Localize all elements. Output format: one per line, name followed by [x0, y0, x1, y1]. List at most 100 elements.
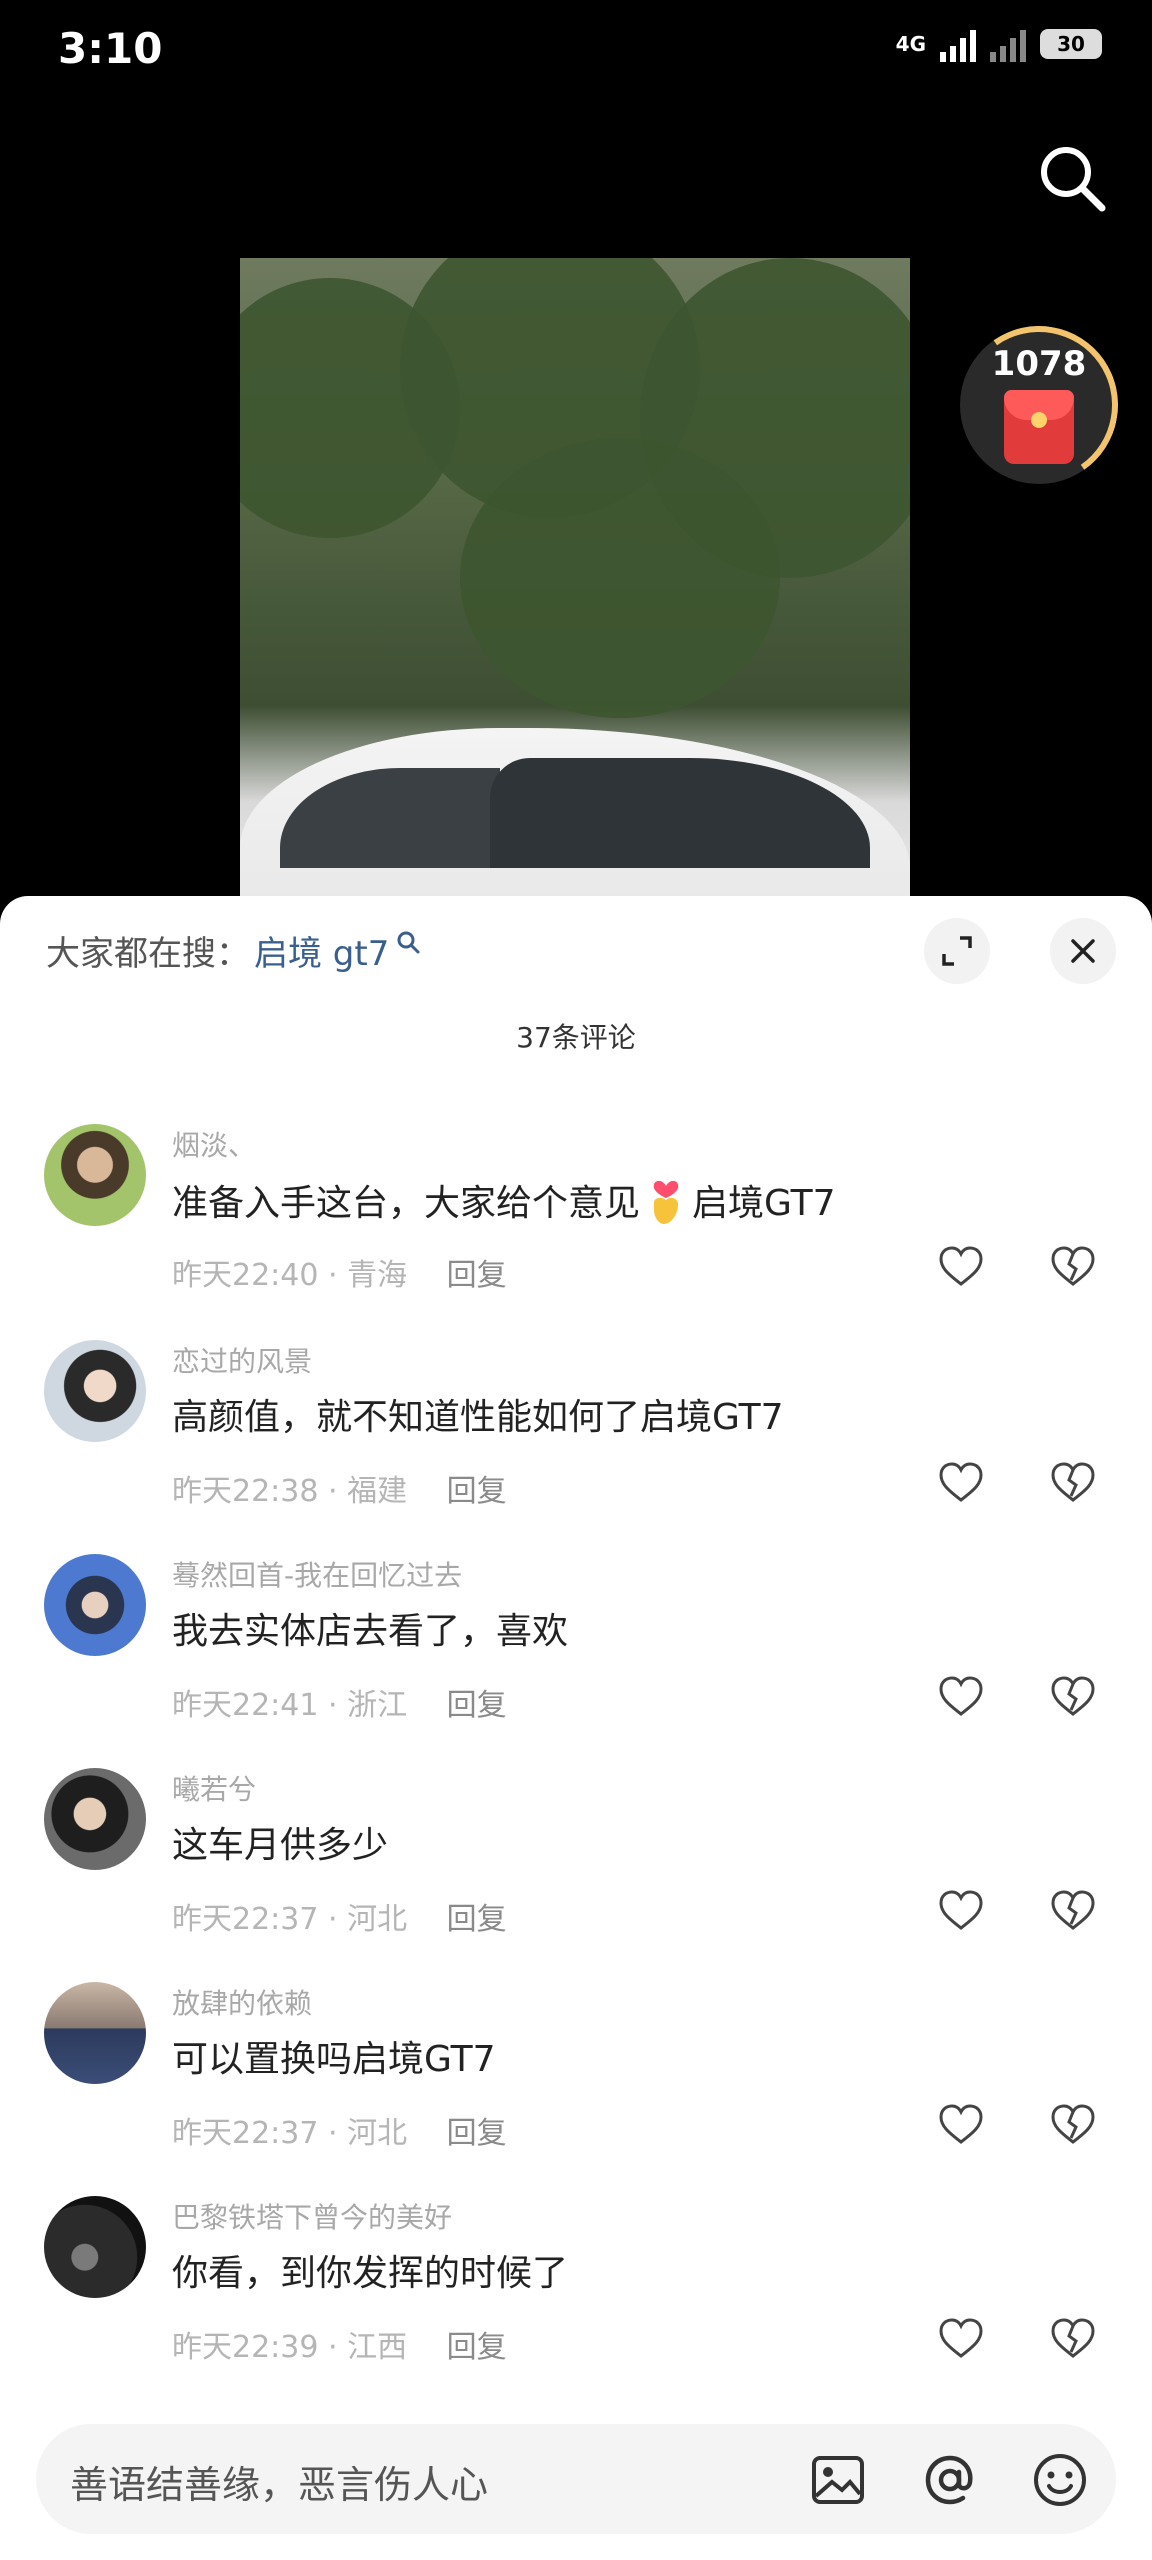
meta-separator: ·	[328, 1902, 348, 1937]
comment-username[interactable]: 烟淡、	[172, 1124, 256, 1164]
battery-icon: 30	[1040, 29, 1102, 59]
comment-sheet: 大家都在搜： 启境 gt7 37条评论 烟淡、 准备入手这台，大家给个意见 启境	[0, 896, 1152, 2560]
comment-region: 福建	[347, 1474, 408, 1509]
comment-text-main: 这车月供多少	[172, 1825, 389, 1866]
hot-search-label: 大家都在搜：	[46, 934, 250, 974]
like-heart-icon[interactable]	[936, 1886, 986, 1936]
comment-text: 我去实体店去看了，喜欢	[172, 1602, 568, 1654]
avatar[interactable]	[44, 1124, 146, 1226]
comment-time: 昨天22:40	[172, 1258, 319, 1293]
comment-username[interactable]: 曦若兮	[172, 1768, 256, 1808]
dislike-broken-heart-icon[interactable]	[1048, 1886, 1098, 1936]
comment-username[interactable]: 放肆的依赖	[172, 1982, 312, 2022]
reply-button[interactable]: 回复	[447, 2116, 507, 2151]
close-button[interactable]	[1050, 918, 1116, 984]
comment-time: 昨天22:39	[172, 2330, 319, 2365]
comment-text-main: 可以置换吗启境GT7	[172, 2039, 496, 2080]
meta-separator: ·	[328, 2116, 348, 2151]
comment-username[interactable]: 恋过的风景	[172, 1340, 312, 1380]
comment-text: 可以置换吗启境GT7	[172, 2030, 496, 2082]
comment-meta: 昨天22:38 · 福建 回复	[172, 1466, 507, 1510]
comment-text-main: 高颜值，就不知道性能如何了启境GT7	[172, 1397, 784, 1438]
comment-input[interactable]: 善语结善缘，恶言伤人心	[70, 2454, 488, 2509]
comment-item: 巴黎铁塔下曾今的美好 你看，到你发挥的时候了 昨天22:39 · 江西 回复	[0, 2196, 1152, 2396]
like-heart-icon[interactable]	[936, 1458, 986, 1508]
comment-text: 这车月供多少	[172, 1816, 388, 1868]
expand-button[interactable]	[924, 918, 990, 984]
avatar[interactable]	[44, 1340, 146, 1442]
comment-item: 放肆的依赖 可以置换吗启境GT7 昨天22:37 · 河北 回复	[0, 1982, 1152, 2182]
comment-region: 河北	[347, 1902, 408, 1937]
comment-text-main: 我去实体店去看了，喜欢	[172, 1611, 569, 1652]
red-envelope-icon	[1004, 390, 1074, 464]
search-icon	[397, 931, 420, 953]
comment-text-main: 准备入手这台，大家给个意见	[172, 1183, 641, 1224]
red-packet-button[interactable]: 1078	[947, 313, 1131, 497]
emoji-icon[interactable]	[1030, 2450, 1090, 2510]
comment-region: 浙江	[347, 1688, 408, 1723]
meta-separator: ·	[328, 1688, 348, 1723]
comment-text: 准备入手这台，大家给个意见 启境GT7	[172, 1172, 836, 1228]
comment-item: 蓦然回首-我在回忆过去 我去实体店去看了，喜欢 昨天22:41 · 浙江 回复	[0, 1554, 1152, 1754]
comment-time: 昨天22:37	[172, 2116, 319, 2151]
close-icon	[1071, 939, 1095, 963]
hand-heart-emoji-icon	[653, 1180, 679, 1224]
comment-time: 昨天22:38	[172, 1474, 319, 1509]
comment-text: 你看，到你发挥的时候了	[172, 2244, 568, 2296]
video-player[interactable]	[240, 258, 910, 898]
image-icon[interactable]	[808, 2450, 868, 2510]
comment-region: 河北	[347, 2116, 408, 2151]
video-tree	[460, 438, 780, 718]
avatar[interactable]	[44, 1982, 146, 2084]
comment-meta: 昨天22:41 · 浙江 回复	[172, 1680, 507, 1724]
status-bar: 3:10 4G 30	[0, 0, 1152, 110]
reply-button[interactable]: 回复	[447, 2330, 507, 2365]
hot-search[interactable]: 大家都在搜： 启境 gt7	[46, 926, 421, 975]
signal-icon	[940, 26, 976, 62]
dislike-broken-heart-icon[interactable]	[1048, 1458, 1098, 1508]
comment-username[interactable]: 巴黎铁塔下曾今的美好	[172, 2196, 452, 2236]
comment-meta: 昨天22:40 · 青海 回复	[172, 1250, 507, 1294]
avatar[interactable]	[44, 2196, 146, 2298]
comment-meta: 昨天22:37 · 河北 回复	[172, 1894, 507, 1938]
comment-text: 高颜值，就不知道性能如何了启境GT7	[172, 1388, 784, 1440]
dislike-broken-heart-icon[interactable]	[1048, 2314, 1098, 2364]
reply-button[interactable]: 回复	[447, 1474, 507, 1509]
status-icons: 4G 30	[896, 26, 1102, 62]
network-type: 4G	[895, 32, 926, 56]
comment-region: 江西	[347, 2330, 408, 2365]
dislike-broken-heart-icon[interactable]	[1048, 2100, 1098, 2150]
comment-count: 37条评论	[516, 1021, 636, 1054]
hot-search-term[interactable]: 启境 gt7	[254, 926, 389, 975]
comment-input-bar[interactable]: 善语结善缘，恶言伤人心	[36, 2424, 1116, 2534]
comment-meta: 昨天22:39 · 江西 回复	[172, 2322, 507, 2366]
reply-button[interactable]: 回复	[447, 1258, 507, 1293]
reply-button[interactable]: 回复	[447, 1902, 507, 1937]
status-time: 3:10	[58, 24, 163, 73]
comment-text-main: 你看，到你发挥的时候了	[172, 2253, 569, 2294]
at-mention-icon[interactable]	[920, 2450, 980, 2510]
avatar[interactable]	[44, 1554, 146, 1656]
comment-item: 烟淡、 准备入手这台，大家给个意见 启境GT7 昨天22:40 · 青海 回复	[0, 1124, 1152, 1324]
search-icon[interactable]	[1034, 140, 1110, 216]
comment-meta: 昨天22:37 · 河北 回复	[172, 2108, 507, 2152]
meta-separator: ·	[328, 2330, 348, 2365]
like-heart-icon[interactable]	[936, 2100, 986, 2150]
like-heart-icon[interactable]	[936, 2314, 986, 2364]
comment-time: 昨天22:37	[172, 1902, 319, 1937]
comment-region: 青海	[347, 1258, 408, 1293]
expand-icon	[942, 936, 972, 966]
like-heart-icon[interactable]	[936, 1242, 986, 1292]
signal-icon-secondary	[990, 26, 1026, 62]
comment-time: 昨天22:41	[172, 1688, 319, 1723]
red-packet-count: 1078	[991, 344, 1087, 384]
comment-username[interactable]: 蓦然回首-我在回忆过去	[172, 1554, 462, 1594]
reply-button[interactable]: 回复	[447, 1688, 507, 1723]
meta-separator: ·	[328, 1258, 348, 1293]
avatar[interactable]	[44, 1768, 146, 1870]
meta-separator: ·	[328, 1474, 348, 1509]
dislike-broken-heart-icon[interactable]	[1048, 1242, 1098, 1292]
comment-item: 恋过的风景 高颜值，就不知道性能如何了启境GT7 昨天22:38 · 福建 回复	[0, 1340, 1152, 1540]
like-heart-icon[interactable]	[936, 1672, 986, 1722]
dislike-broken-heart-icon[interactable]	[1048, 1672, 1098, 1722]
